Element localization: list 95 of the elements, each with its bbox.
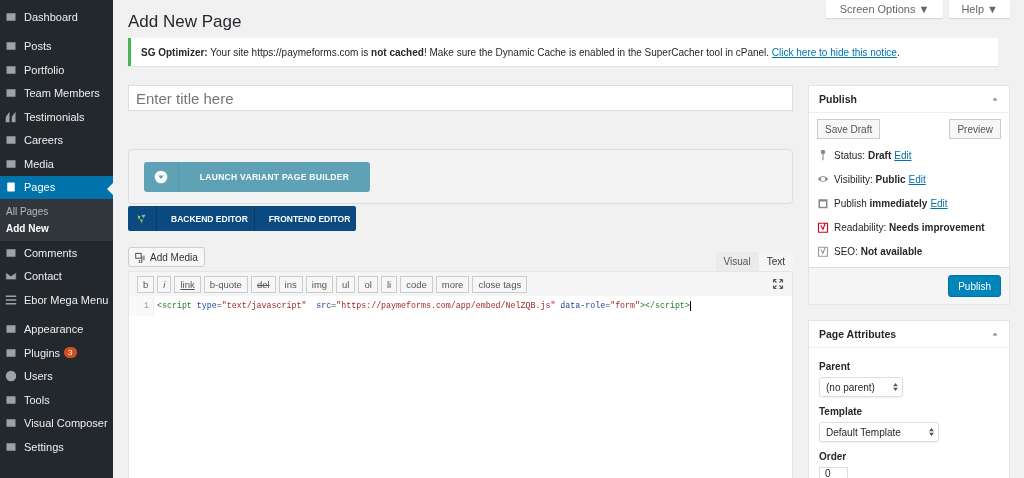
sidebar-item[interactable]: Pages <box>0 175 113 199</box>
line-number: 1 <box>129 296 154 316</box>
menu-icon <box>5 87 17 100</box>
menu-icon <box>5 370 17 383</box>
sidebar-item[interactable]: Visual Composer <box>0 411 113 435</box>
sidebar-item[interactable]: Portfolio <box>0 58 113 82</box>
sidebar-item[interactable]: Appearance <box>0 317 113 341</box>
quicktag-button[interactable]: link <box>174 275 201 293</box>
screen-meta-toggle[interactable]: Help ▼ <box>949 0 1010 18</box>
menu-icon <box>5 157 17 170</box>
status-icon <box>817 197 829 209</box>
select-value: Default Template <box>826 426 901 438</box>
edit-link[interactable]: Edit <box>908 173 926 185</box>
quicktag-button[interactable]: b <box>137 275 155 293</box>
field-label: Order <box>819 451 848 462</box>
sidebar-item[interactable]: Ebor Mega Menu <box>0 288 113 312</box>
field-label: Parent <box>819 361 852 372</box>
menu-icon <box>5 346 17 359</box>
fullscreen-icon[interactable] <box>772 278 784 290</box>
sidebar-item[interactable]: Dashboard <box>0 5 113 29</box>
menu-icon <box>5 393 17 406</box>
field-label: Template <box>819 406 864 417</box>
sidebar-item[interactable]: Media <box>0 152 113 176</box>
quicktag-button[interactable]: ol <box>358 275 378 293</box>
updown-arrows-icon <box>929 428 934 436</box>
menu-icon <box>5 10 17 23</box>
menu-icon <box>5 293 17 306</box>
sidebar-item[interactable]: Users <box>0 364 113 388</box>
publish-status-text: Visibility: Public Edit <box>834 173 926 185</box>
submenu-item[interactable]: Add New <box>0 220 113 237</box>
update-count-badge: 3 <box>64 347 77 359</box>
collapse-icon[interactable] <box>991 330 999 338</box>
logo-icon <box>136 212 148 225</box>
notice-text: SG Optimizer: Your site https://paymeforms.com is not cached! Make sure the Dynamic Cache is enabled in the SuperCacher tool in cPanel. Click here to hide this notice. <box>141 47 900 58</box>
quicktag-button[interactable]: ul <box>336 275 356 293</box>
menu-icon <box>5 417 17 430</box>
quicktag-button[interactable]: del <box>250 275 276 293</box>
page-title: Add New Page <box>128 11 242 33</box>
editor-mode-button[interactable]: FRONTEND EDITOR <box>253 206 357 231</box>
code-line: <script type="text/javascript" src="https://paymeforms.com/app/embed/NelZQB.js" data-role="form"></script> <box>157 299 691 313</box>
quicktag-button[interactable]: li <box>380 275 398 293</box>
title-input-field[interactable]: Enter title here <box>128 85 793 111</box>
publish-status-text: Publish immediately Edit <box>834 197 948 209</box>
status-icon <box>817 221 829 233</box>
editor-mode-button[interactable]: BACKEND EDITOR <box>156 206 254 231</box>
sidebar-item[interactable]: Careers <box>0 128 113 152</box>
sidebar-item[interactable]: Posts <box>0 34 113 58</box>
select-value: (no parent) <box>826 381 875 393</box>
sidebar-item[interactable]: Tools <box>0 388 113 412</box>
sidebar-item[interactable]: Testimonials <box>0 105 113 129</box>
preview-button[interactable]: Preview <box>949 119 1001 139</box>
editor-tab[interactable]: Text <box>758 252 793 271</box>
collapse-icon[interactable] <box>991 95 999 103</box>
menu-icon <box>5 134 17 147</box>
quicktag-button[interactable]: close tags <box>472 275 528 293</box>
menu-icon <box>5 40 17 53</box>
media-icon <box>135 251 146 263</box>
sidebar-item[interactable]: Team Members <box>0 81 113 105</box>
panel-title: Publish <box>819 93 857 105</box>
publish-status-text: Readability: Needs improvement <box>834 221 985 233</box>
panel-title: Page Attributes <box>819 328 897 340</box>
save-draft-button[interactable]: Save Draft <box>817 119 881 139</box>
quicktag-button[interactable]: code <box>400 275 433 293</box>
edit-link[interactable]: Edit <box>930 197 948 209</box>
quicktag-button[interactable]: ins <box>278 275 303 293</box>
sidebar-item[interactable]: Comments <box>0 241 113 265</box>
updown-arrows-icon <box>893 383 898 391</box>
screen-meta-toggle[interactable]: Screen Options ▼ <box>825 0 944 18</box>
publish-button[interactable]: Publish <box>948 275 1001 297</box>
menu-icon <box>5 323 17 336</box>
menu-icon <box>5 110 17 123</box>
hide-notice-link[interactable]: Click here to hide this notice <box>771 47 897 58</box>
status-icon <box>817 245 829 257</box>
sidebar-item[interactable]: Settings <box>0 435 113 459</box>
quicktag-button[interactable]: b-quote <box>203 275 248 293</box>
menu-icon <box>5 63 17 76</box>
sidebar-item[interactable]: Plugins 3 <box>0 341 113 365</box>
submenu-item[interactable]: All Pages <box>0 203 113 220</box>
publish-status-text: SEO: Not available <box>834 245 923 257</box>
editor-tab[interactable]: Visual <box>715 252 759 271</box>
quicktag-button[interactable]: img <box>305 275 334 293</box>
quicktag-button[interactable]: more <box>435 275 470 293</box>
parent-select[interactable]: (no parent) <box>819 377 903 397</box>
order-input-field[interactable]: 0 <box>819 467 848 478</box>
template-select[interactable]: Default Template <box>819 422 939 442</box>
menu-icon <box>5 181 17 194</box>
menu-icon <box>5 246 17 259</box>
publish-status-text: Status: Draft Edit <box>834 149 912 161</box>
sidebar-item[interactable]: Contact <box>0 264 113 288</box>
quicktag-button[interactable]: i <box>157 275 172 293</box>
menu-icon <box>5 440 17 453</box>
edit-link[interactable]: Edit <box>894 149 912 161</box>
menu-icon <box>5 270 17 283</box>
status-icon <box>817 173 829 185</box>
add-media-button[interactable]: Add Media <box>128 247 205 267</box>
